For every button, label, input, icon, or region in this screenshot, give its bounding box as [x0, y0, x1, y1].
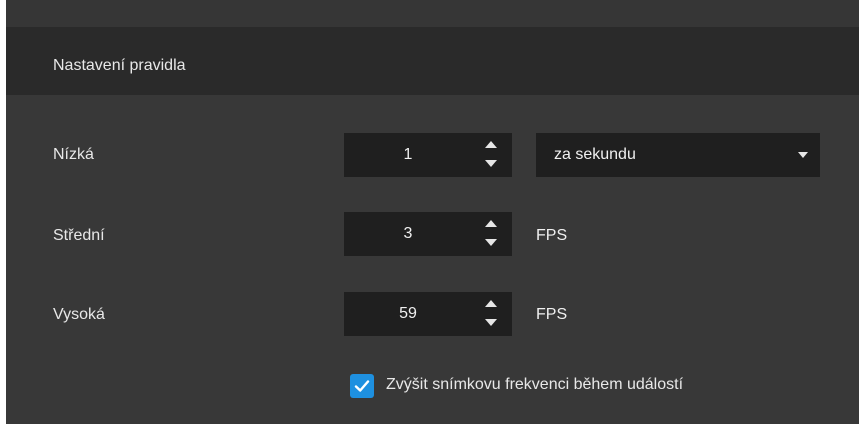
chevron-up-icon[interactable]: [485, 220, 497, 227]
high-fps-value[interactable]: 59: [344, 292, 472, 336]
check-icon: [354, 380, 370, 392]
medium-label: Střední: [53, 227, 105, 244]
medium-unit-label: FPS: [536, 227, 568, 244]
low-unit-dropdown[interactable]: za sekundu: [536, 133, 820, 177]
low-unit-value[interactable]: za sekundu: [554, 133, 636, 177]
increase-fps-checkbox[interactable]: [350, 374, 374, 398]
chevron-up-icon[interactable]: [485, 300, 497, 307]
high-fps-spinner[interactable]: 59: [344, 292, 512, 336]
chevron-down-icon[interactable]: [485, 160, 497, 167]
section-title: Nastavení pravidla: [53, 57, 186, 74]
chevron-down-icon[interactable]: [485, 239, 497, 246]
chevron-up-icon[interactable]: [485, 141, 497, 148]
top-strip: [6, 0, 859, 27]
section-header: Nastavení pravidla: [6, 27, 859, 95]
settings-panel: Nastavení pravidla Nízká 1 za sekundu St…: [6, 0, 859, 424]
low-fps-spinner[interactable]: 1: [344, 133, 512, 177]
chevron-down-icon[interactable]: [485, 319, 497, 326]
low-fps-spin-buttons[interactable]: [472, 133, 512, 177]
caret-down-icon[interactable]: [798, 152, 808, 158]
high-fps-spin-buttons[interactable]: [472, 292, 512, 336]
medium-fps-value[interactable]: 3: [344, 212, 472, 256]
high-label: Vysoká: [53, 306, 105, 323]
medium-fps-spin-buttons[interactable]: [472, 212, 512, 256]
high-unit-label: FPS: [536, 306, 568, 323]
medium-fps-spinner[interactable]: 3: [344, 212, 512, 256]
low-fps-value[interactable]: 1: [344, 133, 472, 177]
increase-fps-checkbox-label[interactable]: Zvýšit snímkovu frekvenci během událostí: [386, 376, 683, 394]
low-label: Nízká: [53, 146, 94, 163]
